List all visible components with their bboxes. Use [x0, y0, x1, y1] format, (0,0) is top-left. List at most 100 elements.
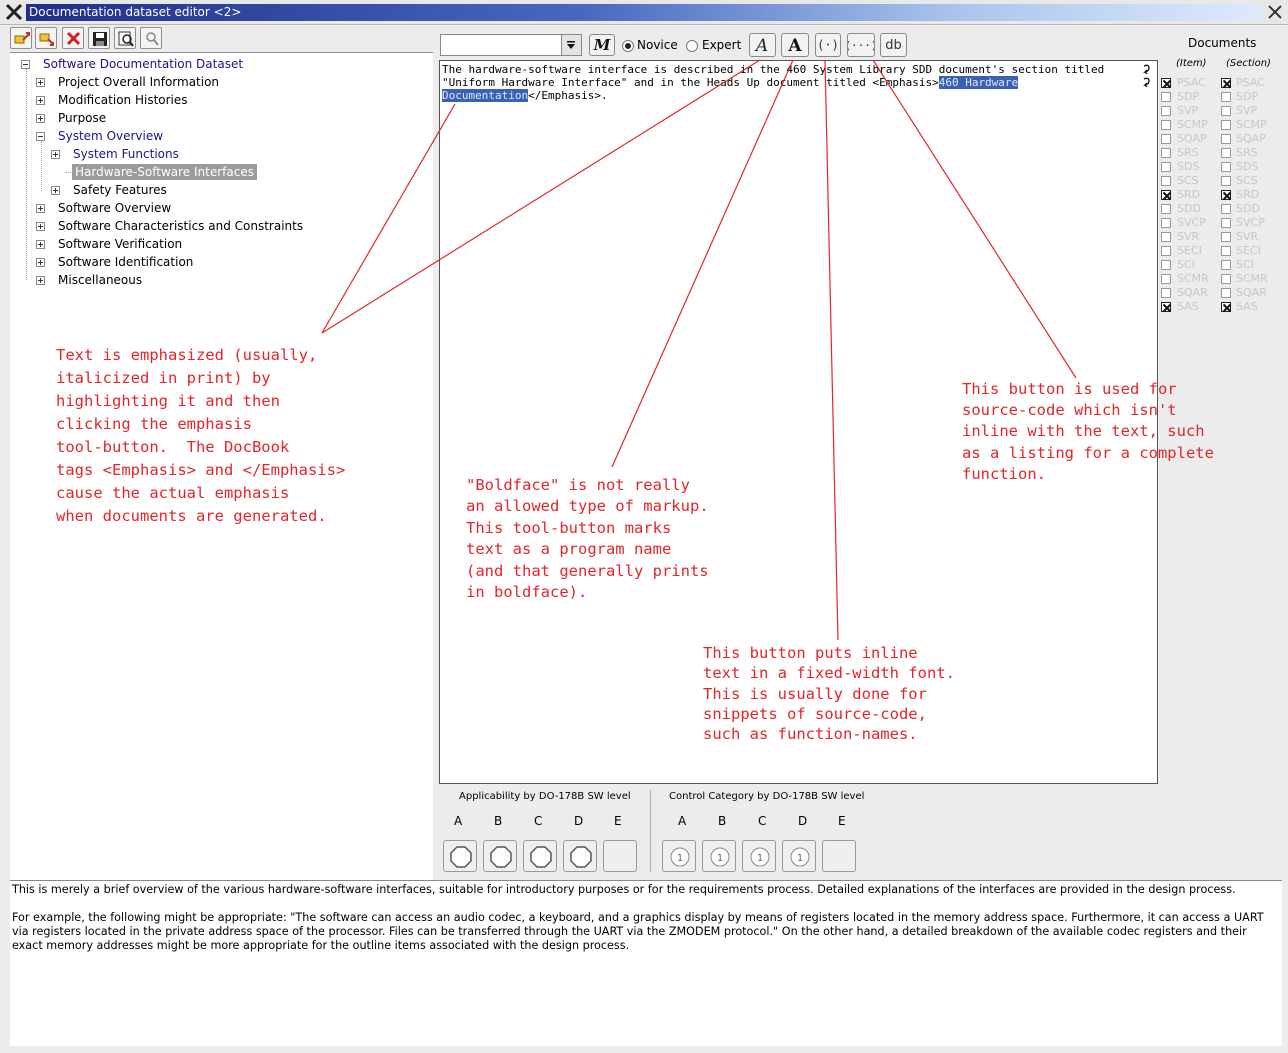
document-item-checkbox[interactable]: [1161, 246, 1171, 256]
expand-icon[interactable]: [36, 222, 45, 231]
expand-icon[interactable]: [36, 276, 45, 285]
code-listing-button[interactable]: (···): [844, 33, 878, 57]
document-section-checkbox[interactable]: [1221, 176, 1231, 186]
inline-code-button[interactable]: (·): [815, 33, 841, 57]
mode-novice-radio[interactable]: [622, 40, 634, 52]
control-level-b-button[interactable]: 1: [702, 840, 736, 872]
document-section-checkbox[interactable]: [1221, 260, 1231, 270]
collapse-icon[interactable]: [36, 132, 45, 141]
document-section-checkbox[interactable]: [1221, 302, 1232, 313]
document-section-checkbox[interactable]: [1221, 120, 1231, 130]
tree-item-root[interactable]: Software Documentation Dataset: [21, 56, 281, 72]
document-section-checkbox[interactable]: [1221, 204, 1231, 214]
document-item-checkbox[interactable]: [1161, 148, 1171, 158]
x-window-icon[interactable]: [5, 3, 23, 21]
applicability-level-c-button[interactable]: [523, 840, 557, 872]
expand-icon[interactable]: [36, 258, 45, 267]
expand-icon[interactable]: [36, 240, 45, 249]
preview-button[interactable]: [114, 27, 136, 49]
mode-expert-radio[interactable]: [686, 40, 698, 52]
description-panel[interactable]: This is merely a brief overview of the v…: [10, 880, 1282, 1046]
close-icon[interactable]: [1266, 3, 1284, 21]
applicability-level-a-button[interactable]: [443, 840, 477, 872]
document-section-label: SQAR: [1236, 286, 1267, 299]
document-item-checkbox[interactable]: [1161, 274, 1171, 284]
document-item-checkbox[interactable]: [1161, 162, 1171, 172]
document-item-checkbox[interactable]: [1161, 288, 1171, 298]
document-item-checkbox[interactable]: [1161, 260, 1171, 270]
expand-icon[interactable]: [36, 96, 45, 105]
control-level-e-button[interactable]: [822, 840, 856, 872]
document-item-checkbox[interactable]: [1161, 134, 1171, 144]
add-child-button[interactable]: [35, 27, 57, 49]
expand-icon[interactable]: [36, 78, 45, 87]
document-item-checkbox[interactable]: [1161, 302, 1172, 313]
document-item-label: SCI: [1177, 258, 1195, 271]
document-section-label: SDS: [1236, 160, 1259, 173]
expand-icon[interactable]: [36, 114, 45, 123]
tree-item[interactable]: Miscellaneous: [36, 272, 416, 288]
applicability-level-d-button[interactable]: [563, 840, 597, 872]
tree-item[interactable]: Software Overview: [36, 200, 416, 216]
expand-icon[interactable]: [36, 204, 45, 213]
save-button[interactable]: [88, 27, 110, 49]
program-name-button[interactable]: A: [781, 33, 809, 57]
delete-button[interactable]: [62, 27, 84, 49]
document-section-checkbox[interactable]: [1221, 232, 1231, 242]
document-item-checkbox[interactable]: [1161, 78, 1172, 89]
document-item-checkbox[interactable]: [1161, 120, 1171, 130]
document-item-checkbox[interactable]: [1161, 106, 1171, 116]
combo-dropdown-button[interactable]: [561, 35, 581, 55]
tree-item[interactable]: Software Identification: [36, 254, 416, 270]
expand-icon[interactable]: [51, 150, 60, 159]
divider: [650, 790, 651, 872]
applicability-level-b-button[interactable]: [483, 840, 517, 872]
tree-item[interactable]: Software Verification: [36, 236, 416, 252]
tree-connector: [41, 141, 42, 191]
document-section-checkbox[interactable]: [1221, 78, 1232, 89]
document-section-checkbox[interactable]: [1221, 148, 1231, 158]
emphasis-button[interactable]: A: [749, 33, 776, 57]
control-level-label: B: [718, 814, 727, 828]
add-sibling-button[interactable]: [10, 27, 32, 49]
search-button[interactable]: [140, 27, 162, 49]
document-item-checkbox[interactable]: [1161, 232, 1171, 242]
applicability-label: Applicability by DO-178B SW level: [459, 791, 631, 802]
control-level-d-button[interactable]: 1: [782, 840, 816, 872]
control-level-a-button[interactable]: 1: [662, 840, 696, 872]
octagon-icon: [570, 846, 592, 868]
mode-expert-label: Expert: [702, 38, 742, 52]
expand-icon[interactable]: [51, 186, 60, 195]
document-section-checkbox[interactable]: [1221, 218, 1231, 228]
document-section-checkbox[interactable]: [1221, 162, 1231, 172]
collapse-icon[interactable]: [21, 60, 30, 69]
tree-item[interactable]: System Overview: [36, 128, 416, 144]
tree-item-selected[interactable]: Hardware-Software Interfaces: [59, 164, 419, 180]
document-section-checkbox[interactable]: [1221, 134, 1231, 144]
docbook-button[interactable]: db: [880, 33, 907, 57]
document-item-label: SRS: [1177, 146, 1199, 159]
markup-combo[interactable]: [440, 34, 582, 56]
tree-item[interactable]: Software Characteristics and Constraints: [36, 218, 416, 234]
document-section-checkbox[interactable]: [1221, 274, 1231, 284]
control-level-c-button[interactable]: 1: [742, 840, 776, 872]
document-item-checkbox[interactable]: [1161, 176, 1171, 186]
document-section-checkbox[interactable]: [1221, 92, 1231, 102]
tree-item[interactable]: Purpose: [36, 110, 416, 126]
document-item-checkbox[interactable]: [1161, 204, 1171, 214]
documents-heading: Documents: [1188, 36, 1257, 50]
description-paragraph: For example, the following might be appr…: [12, 911, 1264, 952]
document-item-checkbox[interactable]: [1161, 218, 1171, 228]
tree-item[interactable]: System Functions: [51, 146, 411, 162]
document-section-checkbox[interactable]: [1221, 190, 1232, 201]
document-item-checkbox[interactable]: [1161, 92, 1171, 102]
document-section-checkbox[interactable]: [1221, 106, 1231, 116]
applicability-level-e-button[interactable]: [603, 840, 637, 872]
document-section-checkbox[interactable]: [1221, 288, 1231, 298]
tree-item[interactable]: Safety Features: [51, 182, 411, 198]
markup-menu-button[interactable]: M: [589, 34, 615, 56]
tree-item[interactable]: Modification Histories: [36, 92, 416, 108]
tree-item[interactable]: Project Overall Information: [36, 74, 416, 90]
document-item-checkbox[interactable]: [1161, 190, 1172, 201]
document-section-checkbox[interactable]: [1221, 246, 1231, 256]
